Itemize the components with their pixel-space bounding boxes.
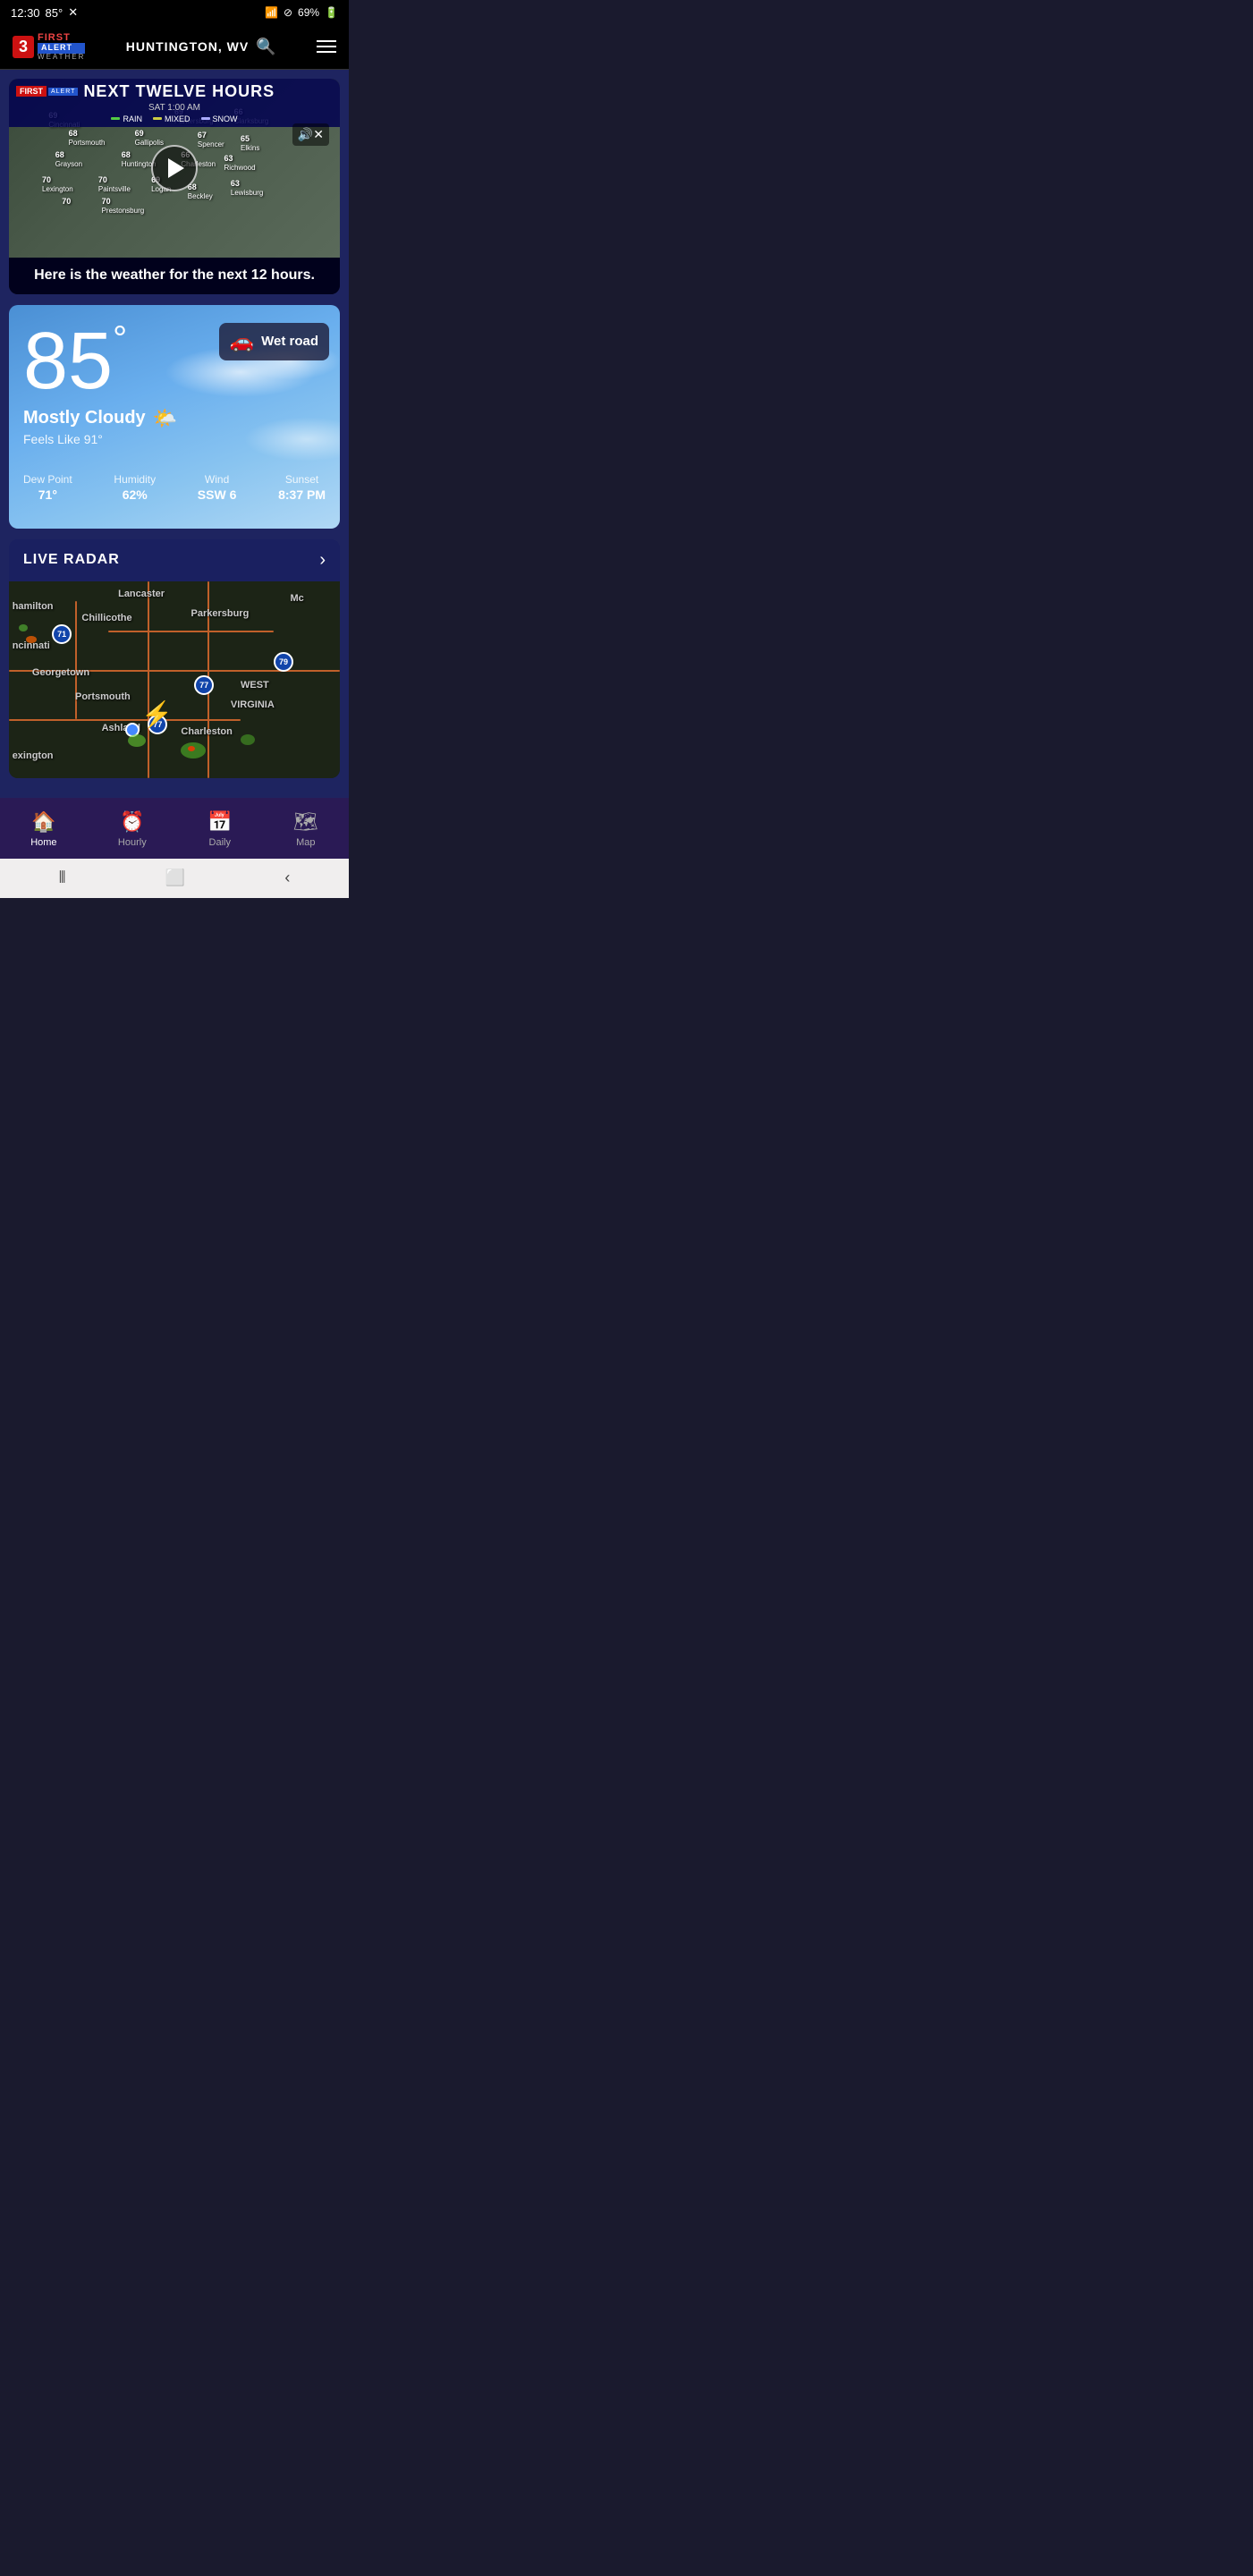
status-bar: 12:30 85° ✕ 📶 ⊘ 69% 🔋	[0, 0, 349, 25]
nav-home[interactable]: 🏠 Home	[16, 807, 71, 852]
map-label-charleston: Charleston	[181, 726, 232, 737]
video-card: 69Cincinnati 69Parkersburg 66Clarksburg …	[9, 79, 340, 294]
main-content: 69Cincinnati 69Parkersburg 66Clarksburg …	[0, 70, 349, 798]
map-label-chillicothe: Chillicothe	[81, 613, 131, 623]
feels-like-label: Feels Like	[23, 432, 80, 446]
map-label-georgetown: Georgetown	[32, 667, 89, 678]
dnd-icon: ⊘	[284, 6, 292, 19]
dew-point-label: Dew Point	[23, 473, 72, 486]
video-subtitle: SAT 1:00 AM	[16, 103, 333, 113]
map-label-hamilton: hamilton	[13, 601, 54, 612]
bottom-navigation: 🏠 Home ⏰ Hourly 📅 Daily 🗺 Map	[0, 798, 349, 859]
system-navigation: ⦀ ⬜ ‹	[0, 859, 349, 898]
volume-button[interactable]: 🔊✕	[292, 123, 329, 146]
map-label-west: WEST	[241, 680, 269, 691]
video-caption: Here is the weather for the next 12 hour…	[9, 258, 340, 294]
nav-map[interactable]: 🗺 Map	[279, 807, 333, 852]
humidity-value: 62%	[114, 487, 156, 502]
map-label-lancaster: Lancaster	[118, 589, 165, 599]
map-label-parkersburg: Parkersburg	[191, 608, 250, 619]
radar-title: LIVE RADAR	[23, 552, 120, 568]
nav-map-label: Map	[296, 837, 315, 848]
logo-number: 3	[13, 36, 34, 58]
hourly-icon: ⏰	[120, 810, 144, 834]
weather-stats: Dew Point 71° Humidity 62% Wind SSW 6 Su…	[23, 462, 326, 502]
video-legend: RAIN MIXED SNOW	[16, 114, 333, 123]
sunset-value: 8:37 PM	[278, 487, 326, 502]
logo-weather-text: WEATHER	[38, 54, 85, 62]
home-icon: 🏠	[31, 810, 55, 834]
video-thumbnail[interactable]: 69Cincinnati 69Parkersburg 66Clarksburg …	[9, 79, 340, 258]
logo: 3 FIRST ALERT WEATHER	[13, 32, 85, 62]
dew-point-value: 71°	[23, 487, 72, 502]
battery-icon: 🔋	[325, 6, 338, 19]
nav-home-label: Home	[30, 837, 56, 848]
play-icon	[168, 158, 184, 178]
map-icon: 🗺	[293, 810, 318, 834]
map-label-virginia: VIRGINIA	[231, 699, 275, 710]
interstate-71: 71	[52, 624, 72, 644]
logo-first-alert: FIRST	[38, 32, 85, 43]
wind-value: SSW 6	[198, 487, 237, 502]
lightning-icon: ⚡	[141, 699, 173, 729]
status-app-icon: ✕	[68, 5, 78, 20]
status-time: 12:30	[11, 6, 40, 20]
weather-card: 🚗 Wet road 85° Mostly Cloudy 🌤️ Feels Li…	[9, 305, 340, 529]
feels-like-value: 91°	[84, 432, 103, 446]
map-label-lexington: exington	[13, 750, 54, 761]
humidity-label: Humidity	[114, 473, 156, 486]
condition-text: Mostly Cloudy	[23, 408, 146, 428]
home-button[interactable]: ⬜	[165, 869, 185, 887]
recents-button[interactable]: ⦀	[59, 869, 66, 887]
condition-row: Mostly Cloudy 🌤️	[23, 407, 326, 430]
video-title: NEXT TWELVE HOURS	[83, 82, 275, 101]
app-header: 3 FIRST ALERT WEATHER HUNTINGTON, WV 🔍	[0, 25, 349, 70]
temperature-value: 85	[23, 317, 113, 406]
radar-arrow-icon: ›	[319, 550, 326, 571]
location-text: HUNTINGTON, WV	[126, 39, 249, 54]
stat-humidity: Humidity 62%	[114, 473, 156, 502]
wifi-icon: 📶	[265, 6, 278, 19]
wind-label: Wind	[198, 473, 237, 486]
first-alert-badge: FIRST ALERT	[16, 86, 78, 97]
map-label-portsmouth: Portsmouth	[75, 691, 131, 702]
map-label-mc: Mc	[291, 593, 304, 604]
nav-hourly-label: Hourly	[118, 837, 147, 848]
status-temp: 85°	[46, 6, 63, 20]
nav-hourly[interactable]: ⏰ Hourly	[104, 807, 161, 852]
sunset-label: Sunset	[278, 473, 326, 486]
degree-symbol: °	[113, 319, 127, 359]
stat-dew-point: Dew Point 71°	[23, 473, 72, 502]
nav-daily[interactable]: 📅 Daily	[193, 807, 246, 852]
battery-level: 69%	[298, 6, 319, 19]
interstate-77-1: 77	[194, 675, 214, 695]
radar-card: LIVE RADAR › hamilton Chillicothe Parker…	[9, 539, 340, 778]
stat-wind: Wind SSW 6	[198, 473, 237, 502]
location-display: HUNTINGTON, WV 🔍	[126, 38, 276, 56]
radar-map[interactable]: hamilton Chillicothe Parkersburg ncinnat…	[9, 581, 340, 778]
interstate-79: 79	[274, 652, 293, 672]
condition-icon: 🌤️	[153, 407, 177, 430]
play-button[interactable]	[151, 145, 198, 191]
temperature-display: 85°	[23, 321, 326, 402]
search-button[interactable]: 🔍	[256, 38, 275, 56]
nav-daily-label: Daily	[209, 837, 231, 848]
video-overlay: FIRST ALERT NEXT TWELVE HOURS SAT 1:00 A…	[9, 79, 340, 127]
menu-button[interactable]	[317, 40, 336, 53]
feels-like: Feels Like 91°	[23, 432, 326, 446]
daily-icon: 📅	[207, 810, 232, 834]
back-button[interactable]: ‹	[284, 869, 290, 887]
stat-sunset: Sunset 8:37 PM	[278, 473, 326, 502]
radar-header[interactable]: LIVE RADAR ›	[9, 539, 340, 581]
